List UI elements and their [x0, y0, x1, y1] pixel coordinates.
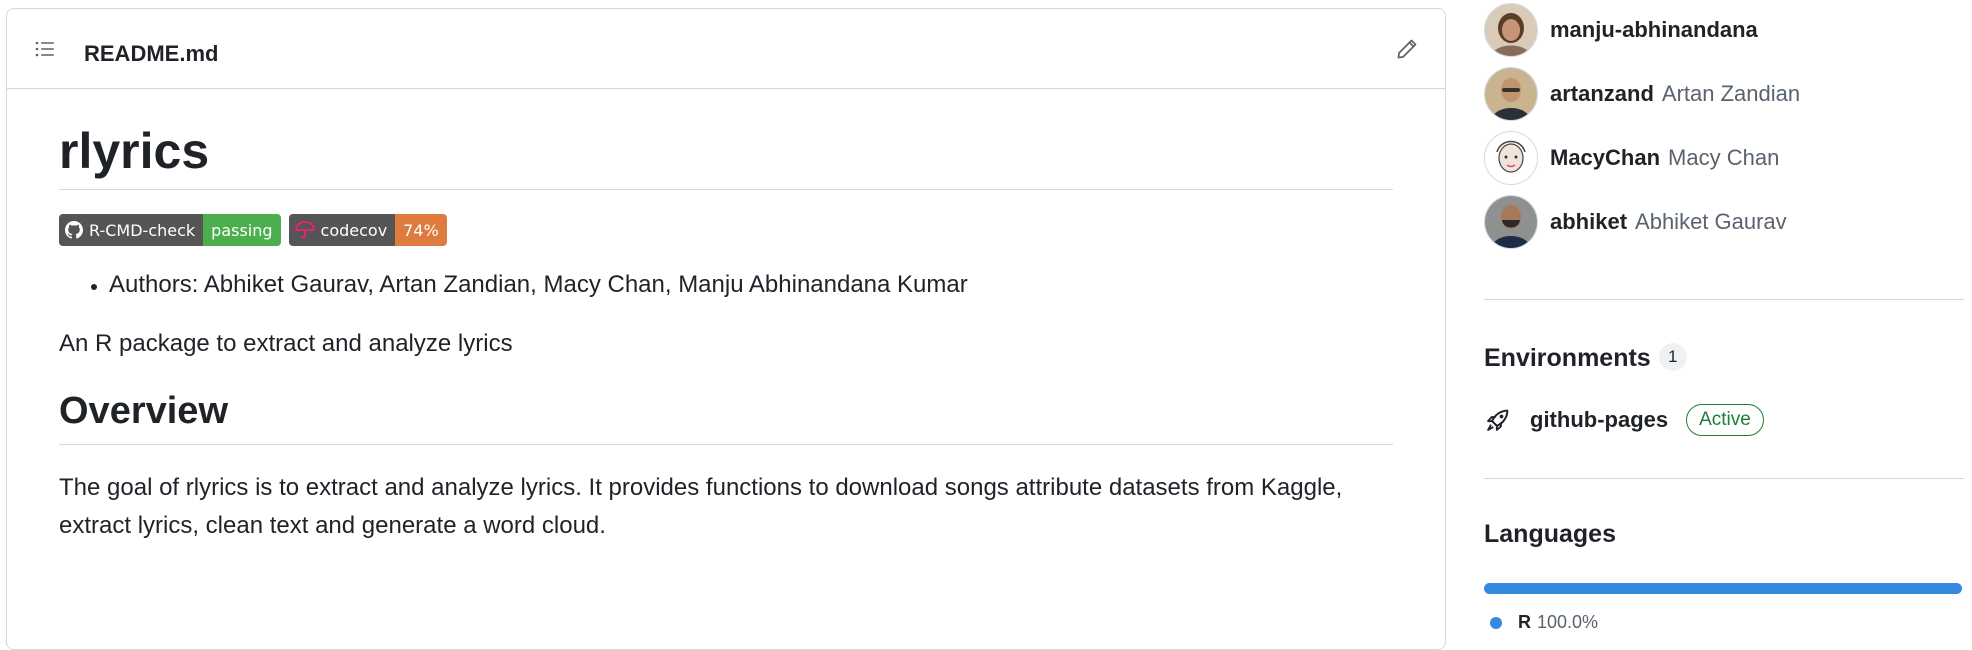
badge-label: R-CMD-check: [89, 220, 196, 240]
badge-label-segment: codecov: [288, 214, 396, 246]
contributor-login[interactable]: abhiket: [1550, 209, 1627, 235]
contributor-login[interactable]: manju-abhinandana: [1550, 17, 1758, 43]
badge-value: 74%: [395, 214, 447, 246]
environment-item[interactable]: github-pages Active: [1484, 404, 1764, 436]
badge-label: codecov: [320, 220, 388, 240]
readme-filename[interactable]: README.md: [84, 41, 218, 67]
contributor-name: Abhiket Gaurav: [1635, 209, 1787, 234]
language-name: R: [1518, 612, 1531, 632]
contributor-name: Artan Zandian: [1661, 81, 1801, 106]
environments-title[interactable]: Environments: [1484, 344, 1651, 372]
table-of-contents-icon[interactable]: [33, 37, 57, 61]
badge-label-segment: R-CMD-check: [59, 214, 204, 246]
contributor-name: Macy Chan: [1668, 145, 1780, 170]
authors-list: Authors: Abhiket Gaurav, Artan Zandian, …: [59, 266, 1393, 304]
languages-heading: Languages: [1484, 520, 1616, 548]
language-item[interactable]: R 100.0%: [1490, 612, 1598, 633]
codecov-umbrella-icon: [294, 221, 315, 239]
environments-count: 1: [1658, 343, 1687, 372]
contributor-item[interactable]: manju-abhinandana: [1484, 3, 1766, 57]
pencil-edit-icon[interactable]: [1395, 37, 1419, 61]
contributor-item[interactable]: MacyChan Macy Chan: [1484, 131, 1779, 185]
contributor-item[interactable]: abhiket Abhiket Gaurav: [1484, 195, 1787, 249]
environment-name[interactable]: github-pages: [1530, 407, 1668, 433]
avatar[interactable]: [1484, 3, 1538, 57]
avatar[interactable]: [1484, 67, 1538, 121]
environments-heading[interactable]: Environments 1: [1484, 343, 1687, 373]
readme-heading-title: rlyrics: [59, 89, 1393, 190]
contributor-item[interactable]: artanzand Artan Zandian: [1484, 67, 1800, 121]
readme-header: README.md: [7, 9, 1445, 89]
environment-status-badge: Active: [1686, 404, 1764, 436]
language-percent: 100.0%: [1537, 612, 1599, 632]
readme-panel: README.md rlyrics R-CMD-check passing co…: [6, 8, 1446, 650]
authors-list-item: Authors: Abhiket Gaurav, Artan Zandian, …: [109, 266, 1393, 304]
package-description: An R package to extract and analyze lyri…: [59, 330, 513, 357]
avatar[interactable]: [1484, 195, 1538, 249]
contributor-login[interactable]: artanzand: [1550, 81, 1654, 107]
overview-heading: Overview: [59, 386, 1393, 445]
sidebar-divider: [1484, 299, 1964, 300]
contributor-login[interactable]: MacyChan: [1550, 145, 1660, 171]
badge-value: passing: [203, 214, 281, 246]
language-color-dot: [1490, 616, 1502, 629]
github-icon: [65, 221, 83, 239]
readme-content: rlyrics R-CMD-check passing codecov 74% …: [59, 89, 1393, 545]
badge-row: R-CMD-check passing codecov 74%: [59, 214, 1393, 246]
rocket-icon: [1487, 409, 1509, 431]
codecov-badge[interactable]: codecov 74%: [288, 214, 447, 246]
avatar[interactable]: [1484, 131, 1538, 185]
r-cmd-check-badge[interactable]: R-CMD-check passing: [59, 214, 281, 246]
overview-paragraph: The goal of rlyrics is to extract and an…: [59, 474, 1343, 539]
sidebar-divider: [1484, 478, 1964, 479]
language-bar: [1484, 583, 1962, 594]
